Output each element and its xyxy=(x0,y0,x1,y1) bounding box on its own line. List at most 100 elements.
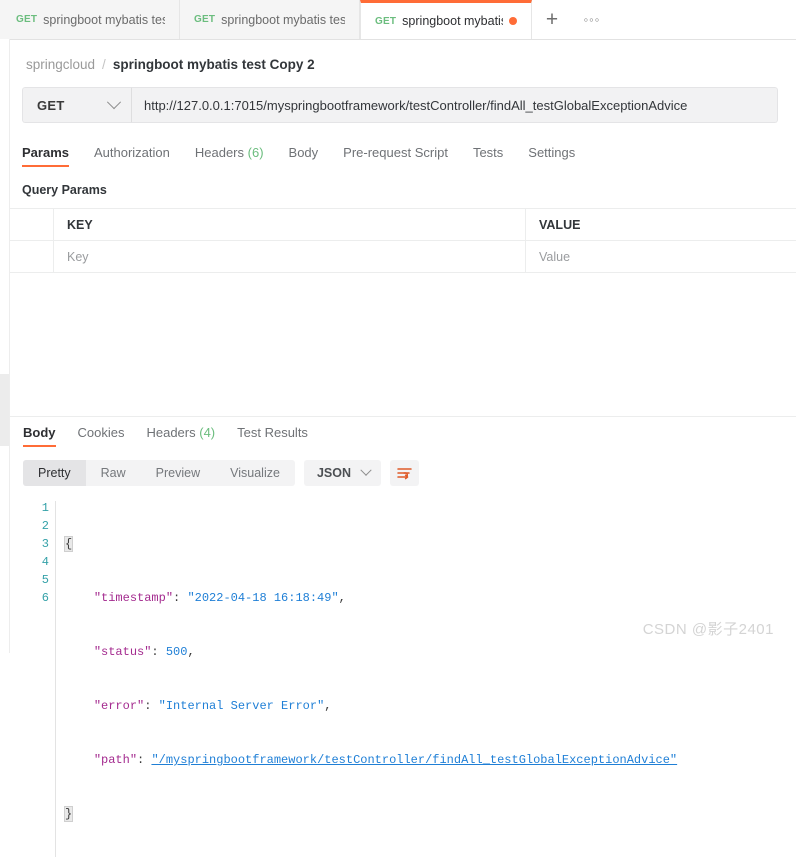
line-number: 5 xyxy=(41,573,49,587)
row-value-input[interactable]: Value xyxy=(526,241,796,272)
breadcrumb-collection-link[interactable]: springcloud xyxy=(26,57,95,72)
http-method-label: GET xyxy=(37,97,65,113)
tab-tests-label: Tests xyxy=(472,145,504,160)
query-params-title: Query Params xyxy=(22,183,107,197)
view-mode-visualize[interactable]: Visualize xyxy=(215,460,295,486)
url-bar: GET http://127.0.0.1:7015/myspringbootfr… xyxy=(22,87,778,123)
tab-authorization-label: Authorization xyxy=(93,145,170,160)
table-row: Key Value xyxy=(9,240,796,272)
line-number: 4 xyxy=(41,555,49,569)
url-value: http://127.0.0.1:7015/myspringbootframew… xyxy=(144,97,688,113)
request-tab-3-active[interactable]: GET springboot mybatis tes xyxy=(360,0,532,39)
json-key-error: "error" xyxy=(93,699,145,713)
url-input[interactable]: http://127.0.0.1:7015/myspringbootframew… xyxy=(132,87,778,123)
code-line-6: } xyxy=(63,805,796,823)
watermark-text: CSDN @影子2401 xyxy=(642,621,774,638)
view-mode-raw[interactable]: Raw xyxy=(86,460,141,486)
code-lines: { "timestamp": "2022-04-18 16:18:49", "s… xyxy=(49,499,796,859)
code-line-1: { xyxy=(63,535,796,553)
breadcrumb-current-request: springboot mybatis test Copy 2 xyxy=(112,56,315,72)
tab-settings-label: Settings xyxy=(528,145,576,160)
tab-method-label: GET xyxy=(194,14,216,25)
sidebar-edge xyxy=(0,39,10,653)
response-section-tabs: Body Cookies Headers (4) Test Results xyxy=(9,417,796,447)
response-tab-cookies[interactable]: Cookies xyxy=(78,425,125,447)
params-empty-area xyxy=(9,273,796,417)
query-params-table: KEY VALUE Key Value xyxy=(9,208,796,273)
json-close-brace: } xyxy=(63,806,74,822)
tab-strip-filler xyxy=(612,0,796,39)
tab-params-label: Params xyxy=(22,145,69,160)
code-line-5: "path": "/myspringbootframework/testCont… xyxy=(93,753,678,767)
line-number-gutter: 1 2 3 4 5 6 xyxy=(23,499,49,859)
code-line-4: "error": "Internal Server Error", xyxy=(93,699,332,713)
json-value-error: "Internal Server Error" xyxy=(158,699,325,713)
response-tab-headers[interactable]: Headers (4) xyxy=(146,425,215,447)
line-number: 2 xyxy=(41,519,49,533)
row-checkbox-cell[interactable] xyxy=(9,241,54,272)
tab-title-label: springboot mybatis tes xyxy=(402,14,503,28)
tab-title-label: springboot mybatis test xyxy=(43,12,165,27)
tab-headers[interactable]: Headers (6) xyxy=(195,145,264,167)
json-key-status: "status" xyxy=(93,645,152,659)
response-tab-test-results-label: Test Results xyxy=(237,425,308,440)
json-value-status: 500 xyxy=(165,645,188,659)
breadcrumb: springcloud / springboot mybatis test Co… xyxy=(0,40,796,72)
response-format-label: JSON xyxy=(316,466,351,480)
json-key-path: "path" xyxy=(93,753,138,767)
tab-tests[interactable]: Tests xyxy=(473,145,503,167)
tab-headers-label: Headers xyxy=(194,145,245,160)
json-key-timestamp: "timestamp" xyxy=(93,591,174,605)
response-tab-cookies-label: Cookies xyxy=(77,425,125,440)
json-open-brace: { xyxy=(63,536,74,552)
header-checkbox-cell xyxy=(9,209,54,240)
tab-params[interactable]: Params xyxy=(22,145,69,167)
response-format-select[interactable]: JSON xyxy=(303,460,381,486)
request-tab-1[interactable]: GET springboot mybatis test xyxy=(0,0,180,39)
json-value-path[interactable]: "/myspringbootframework/testController/f… xyxy=(151,753,677,767)
request-section-tabs: Params Authorization Headers (6) Body Pr… xyxy=(22,139,796,167)
tab-options-more-icon[interactable]: ◦◦◦ xyxy=(572,0,612,39)
table-header-row: KEY VALUE xyxy=(9,209,796,240)
tab-method-label: GET xyxy=(375,15,397,27)
unsaved-changes-dot-icon xyxy=(509,17,517,25)
wrap-text-icon xyxy=(397,467,412,479)
row-key-input[interactable]: Key xyxy=(54,241,526,272)
response-tab-body-label: Body xyxy=(23,425,56,440)
tab-pre-request-script-label: Pre-request Script xyxy=(343,145,448,160)
response-format-toolbar: Pretty Raw Preview Visualize JSON xyxy=(9,447,796,486)
response-tab-headers-label: Headers xyxy=(146,425,196,440)
tab-pre-request-script[interactable]: Pre-request Script xyxy=(343,145,448,167)
line-number: 6 xyxy=(41,591,49,605)
tab-title-label: springboot mybatis test C xyxy=(221,12,345,27)
chevron-down-icon xyxy=(106,95,122,110)
new-tab-button[interactable]: + xyxy=(532,0,572,39)
line-number: 1 xyxy=(41,501,49,515)
http-method-select[interactable]: GET xyxy=(22,87,132,123)
chevron-down-icon xyxy=(360,464,372,476)
response-view-mode-group: Pretty Raw Preview Visualize xyxy=(23,460,295,486)
wrap-text-button[interactable] xyxy=(390,460,419,486)
response-tab-test-results[interactable]: Test Results xyxy=(237,425,308,447)
view-mode-preview[interactable]: Preview xyxy=(141,460,215,486)
tab-method-label: GET xyxy=(16,14,38,25)
request-tab-2[interactable]: GET springboot mybatis test C xyxy=(180,0,360,39)
response-body-code[interactable]: 1 2 3 4 5 6 { "timestamp": "2022-04-18 1… xyxy=(9,486,796,859)
tab-authorization[interactable]: Authorization xyxy=(94,145,170,167)
line-number: 3 xyxy=(41,537,49,551)
response-tab-body[interactable]: Body xyxy=(23,425,56,447)
breadcrumb-separator: / xyxy=(102,56,106,72)
tab-strip: GET springboot mybatis test GET springbo… xyxy=(0,0,796,40)
code-line-3: "status": 500, xyxy=(93,645,195,659)
header-value-cell: VALUE xyxy=(539,217,581,232)
tab-settings[interactable]: Settings xyxy=(528,145,575,167)
json-value-timestamp: "2022-04-18 16:18:49" xyxy=(187,591,339,605)
code-line-2: "timestamp": "2022-04-18 16:18:49", xyxy=(93,591,346,605)
tab-headers-count: (6) xyxy=(247,145,264,160)
view-mode-pretty[interactable]: Pretty xyxy=(23,460,86,486)
sidebar-resize-handle[interactable] xyxy=(0,374,9,446)
tab-body[interactable]: Body xyxy=(289,145,319,167)
response-tab-headers-count: (4) xyxy=(199,425,216,440)
tab-body-label: Body xyxy=(288,145,319,160)
header-key-cell: KEY xyxy=(54,209,526,240)
